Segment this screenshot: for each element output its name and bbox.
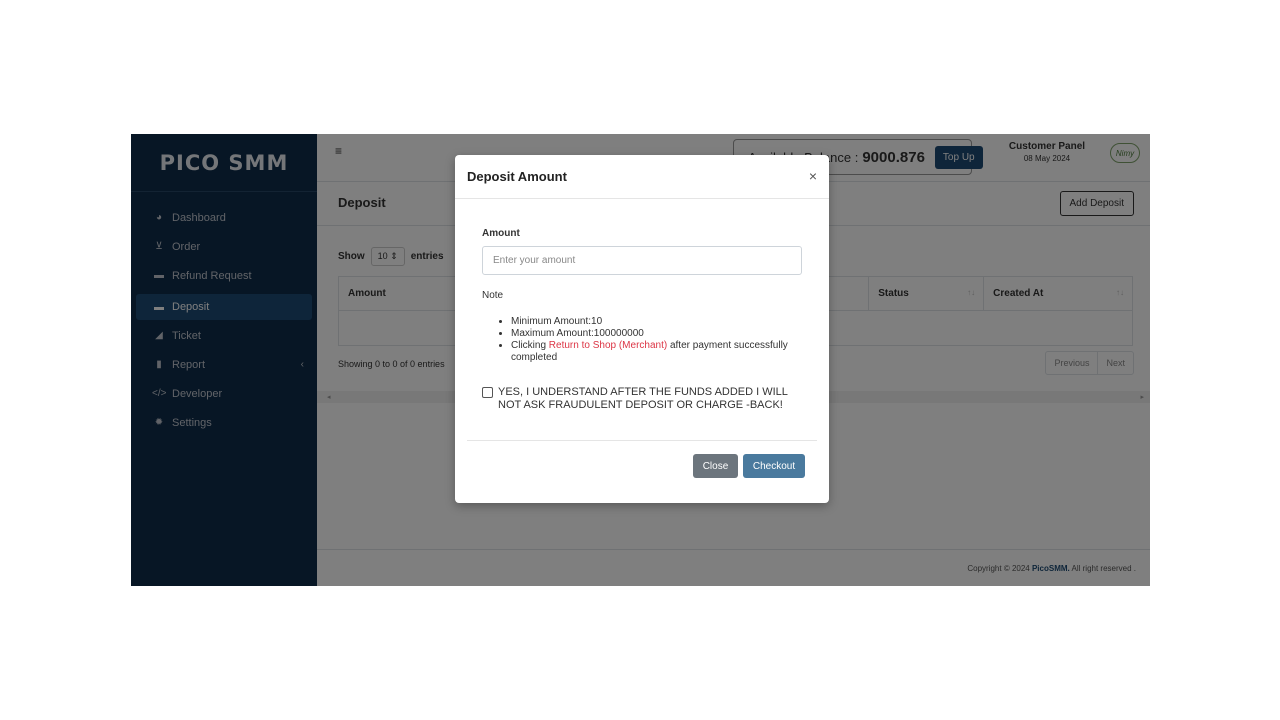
agree-checkbox[interactable] — [482, 387, 493, 398]
modal-divider — [467, 440, 817, 441]
deposit-rules: Minimum Amount:10 Maximum Amount:1000000… — [511, 316, 801, 364]
agree-label: YES, I UNDERSTAND AFTER THE FUNDS ADDED … — [498, 386, 788, 411]
close-button[interactable]: Close — [693, 454, 738, 478]
rule-text: Clicking — [511, 340, 547, 351]
agree-checkbox-row[interactable]: YES, I UNDERSTAND AFTER THE FUNDS ADDED … — [482, 386, 812, 412]
amount-label: Amount — [482, 228, 520, 239]
deposit-modal: Deposit Amount × Amount Note Minimum Amo… — [455, 155, 829, 503]
rule-return-to-shop: Clicking Return to Shop (Merchant) after… — [511, 340, 801, 364]
rule-maximum: Maximum Amount:100000000 — [511, 328, 801, 340]
amount-input[interactable] — [482, 246, 802, 275]
modal-title: Deposit Amount — [467, 169, 567, 184]
return-to-shop-link[interactable]: Return to Shop (Merchant) — [549, 340, 667, 351]
checkout-button[interactable]: Checkout — [743, 454, 805, 478]
note-label: Note — [482, 290, 504, 301]
close-icon[interactable]: × — [809, 168, 817, 184]
modal-header: Deposit Amount × — [455, 155, 829, 199]
rule-minimum: Minimum Amount:10 — [511, 316, 801, 328]
